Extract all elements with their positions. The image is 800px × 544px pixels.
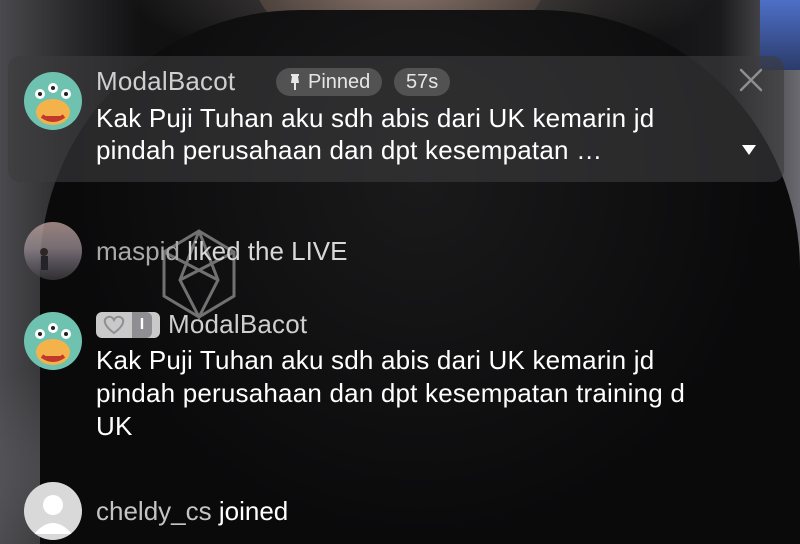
comment-username[interactable]: ModalBacot — [168, 309, 307, 340]
monster-avatar-icon — [35, 323, 71, 365]
pinned-label: Pinned — [308, 71, 371, 93]
pinned-comment-line1: Kak Puji Tuhan aku sdh abis dari UK kema… — [96, 103, 655, 133]
like-user-avatar[interactable] — [24, 222, 82, 280]
default-avatar-icon — [34, 495, 72, 534]
comment-line3: UK — [96, 411, 133, 441]
pinned-username[interactable]: ModalBacot — [96, 66, 235, 97]
pinned-comment-line2: pindah perusahaan dan dpt kesempatan … — [96, 135, 603, 165]
heart-icon — [103, 315, 125, 335]
fan-level: I — [132, 312, 152, 338]
join-user-avatar[interactable] — [24, 482, 82, 540]
comment-line1: Kak Puji Tuhan aku sdh abis dari UK kema… — [96, 345, 655, 375]
join-event-row: cheldy_cs joined — [96, 496, 288, 527]
pinned-user-avatar[interactable] — [24, 72, 82, 130]
pin-icon — [291, 74, 299, 90]
pinned-badge: Pinned — [276, 68, 383, 96]
pinned-time: 57s — [406, 71, 439, 93]
join-event-text: joined — [218, 496, 289, 526]
person-photo-icon — [40, 248, 48, 270]
like-username[interactable]: maspid — [96, 236, 180, 266]
pinned-time-badge: 57s — [394, 68, 451, 96]
comment-line2: pindah perusahaan dan dpt kesempatan tra… — [96, 378, 686, 408]
like-event-text: liked the LIVE — [187, 236, 348, 266]
comment-user-avatar[interactable] — [24, 312, 82, 370]
close-icon[interactable] — [737, 66, 765, 94]
fan-level-badge: I — [96, 312, 160, 338]
like-event-row: maspid liked the LIVE — [96, 236, 348, 267]
monster-avatar-icon — [35, 83, 71, 125]
chevron-down-icon[interactable] — [740, 143, 758, 157]
join-username[interactable]: cheldy_cs — [96, 496, 212, 526]
